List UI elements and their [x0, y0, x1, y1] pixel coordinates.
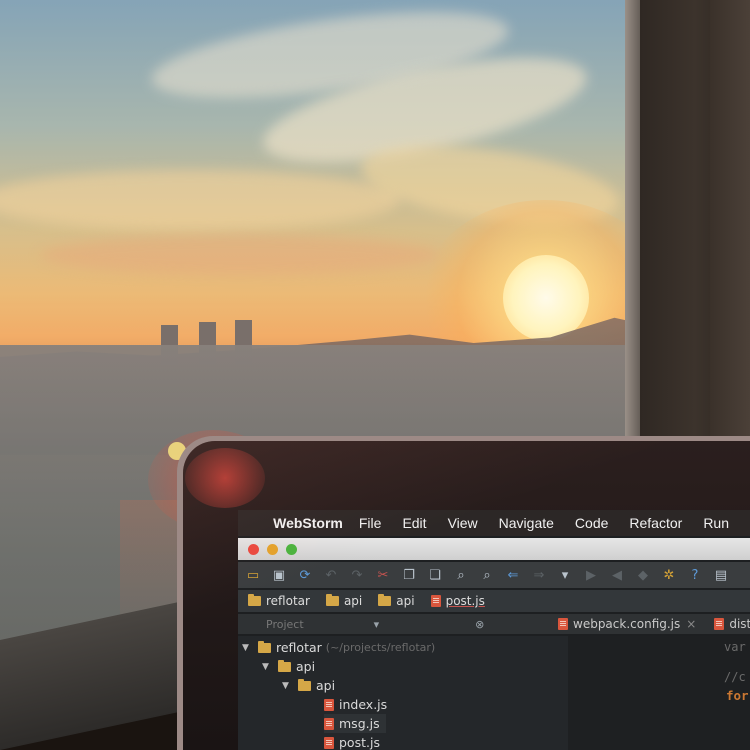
menu-navigate[interactable]: Navigate [499, 515, 554, 531]
run-config-dropdown-icon[interactable]: ▾ [557, 567, 573, 583]
mac-menu-bar: WebStorm File Edit View Navigate Code Re… [238, 510, 750, 536]
breadcrumb-label: api [396, 594, 415, 608]
copy-icon[interactable]: ❐ [401, 567, 417, 583]
tree-item-label: api [316, 678, 336, 693]
js-file-icon [558, 618, 568, 630]
tree-item-label: index.js [339, 697, 388, 712]
redo-icon[interactable]: ↷ [349, 567, 365, 583]
code-line: var [724, 640, 746, 654]
tree-item-path: (~/projects/reflotar) [325, 641, 436, 654]
sync-icon[interactable]: ⟳ [297, 567, 313, 583]
close-window-button[interactable] [248, 544, 259, 555]
undo-icon[interactable]: ↶ [323, 567, 339, 583]
js-file-icon [714, 618, 725, 630]
tree-item-msg-js[interactable]: msg.js [324, 714, 386, 733]
tree-item-label: api [296, 659, 316, 674]
step-icon[interactable]: ◆ [635, 567, 651, 583]
breadcrumb-label: reflotar [266, 594, 310, 608]
js-file-icon [430, 595, 441, 607]
menu-code[interactable]: Code [575, 515, 608, 531]
tab-label: dista [729, 617, 750, 631]
help-icon[interactable]: ? [687, 567, 703, 583]
collapse-all-icon[interactable]: ⊗ [475, 618, 484, 631]
expanded-arrow-icon[interactable]: ▼ [262, 662, 274, 672]
navigation-bar: reflotar api api post.js [238, 590, 750, 612]
code-editor[interactable]: var //c for [568, 636, 750, 750]
tree-item-label: reflotar [276, 640, 322, 655]
js-file-icon [324, 736, 334, 749]
folder-icon [298, 678, 311, 691]
expanded-arrow-icon[interactable]: ▼ [282, 681, 294, 691]
paste-icon[interactable]: ❏ [427, 567, 443, 583]
code-line: //c [724, 670, 746, 684]
breadcrumb-root[interactable]: reflotar [248, 594, 310, 608]
window-title-bar [238, 538, 750, 560]
tree-item-label: post.js [339, 735, 380, 750]
menu-refactor[interactable]: Refactor [629, 515, 682, 531]
js-file-icon [324, 698, 334, 711]
back-icon[interactable]: ⇐ [505, 567, 521, 583]
menu-view[interactable]: View [448, 515, 478, 531]
tab-label: webpack.config.js [573, 617, 681, 631]
menu-file[interactable]: File [359, 515, 382, 531]
breadcrumb-file[interactable]: post.js [430, 594, 485, 608]
folder-icon [278, 659, 291, 672]
wall-corner [710, 0, 750, 440]
zoom-window-button[interactable] [286, 544, 297, 555]
project-panel-header: Project ▾ ⊗ ✥ ✲ ⇤ [238, 614, 536, 634]
breadcrumb-api-sub[interactable]: api [378, 594, 415, 608]
folder-icon [325, 594, 339, 606]
editor-tabs: webpack.config.js × dista [488, 614, 750, 634]
expanded-arrow-icon[interactable]: ▼ [242, 643, 254, 653]
tab-webpack-config[interactable]: webpack.config.js × [558, 617, 696, 631]
debug-icon[interactable]: ◀ [609, 567, 625, 583]
folder-icon [248, 594, 261, 606]
settings-icon[interactable]: ✲ [661, 567, 677, 583]
close-tab-icon[interactable]: × [686, 617, 696, 631]
run-icon[interactable]: ▶ [583, 567, 599, 583]
js-file-icon [324, 717, 334, 730]
project-tree: ▼ reflotar (~/projects/reflotar) ▼ api ▼… [238, 636, 568, 750]
code-line: for [726, 688, 749, 703]
forward-icon[interactable]: ⇒ [531, 567, 547, 583]
tree-item-post-js[interactable]: post.js [324, 733, 380, 750]
project-view-dropdown-icon[interactable]: ▾ [374, 618, 380, 631]
tree-item-api-sub[interactable]: ▼ api [282, 676, 335, 695]
photo-scene: WebStorm File Edit View Navigate Code Re… [0, 0, 750, 750]
folder-icon [258, 640, 271, 653]
find-icon[interactable]: ⌕ [453, 567, 469, 583]
breadcrumb-api[interactable]: api [325, 594, 363, 608]
replace-icon[interactable]: ⌕ [479, 567, 495, 583]
tree-item-api[interactable]: ▼ api [262, 657, 315, 676]
breadcrumb-label: post.js [445, 594, 485, 608]
tree-item-index-js[interactable]: index.js [324, 695, 387, 714]
laptop-screen: WebStorm File Edit View Navigate Code Re… [238, 510, 750, 750]
ide-toolbar: ▭ ▣ ⟳ ↶ ↷ ✂ ❐ ❏ ⌕ ⌕ ⇐ ⇒ ▾ ▶ ◀ ◆ ✲ ? ▤ [238, 562, 750, 588]
save-icon[interactable]: ▣ [271, 567, 287, 583]
more-icon[interactable]: ▤ [713, 567, 729, 583]
menu-run[interactable]: Run [703, 515, 729, 531]
bezel-flare [185, 448, 265, 508]
tree-item-root[interactable]: ▼ reflotar (~/projects/reflotar) [242, 638, 435, 657]
minimize-window-button[interactable] [267, 544, 278, 555]
open-folder-icon[interactable]: ▭ [245, 567, 261, 583]
menu-edit[interactable]: Edit [402, 515, 426, 531]
cut-icon[interactable]: ✂ [375, 567, 391, 583]
tab-dista[interactable]: dista [714, 617, 750, 631]
folder-icon [378, 594, 392, 606]
menu-app-name[interactable]: WebStorm [273, 515, 343, 531]
tree-item-label: msg.js [339, 716, 380, 731]
breadcrumb-label: api [343, 594, 363, 608]
project-view-selector[interactable]: Project [266, 618, 304, 631]
